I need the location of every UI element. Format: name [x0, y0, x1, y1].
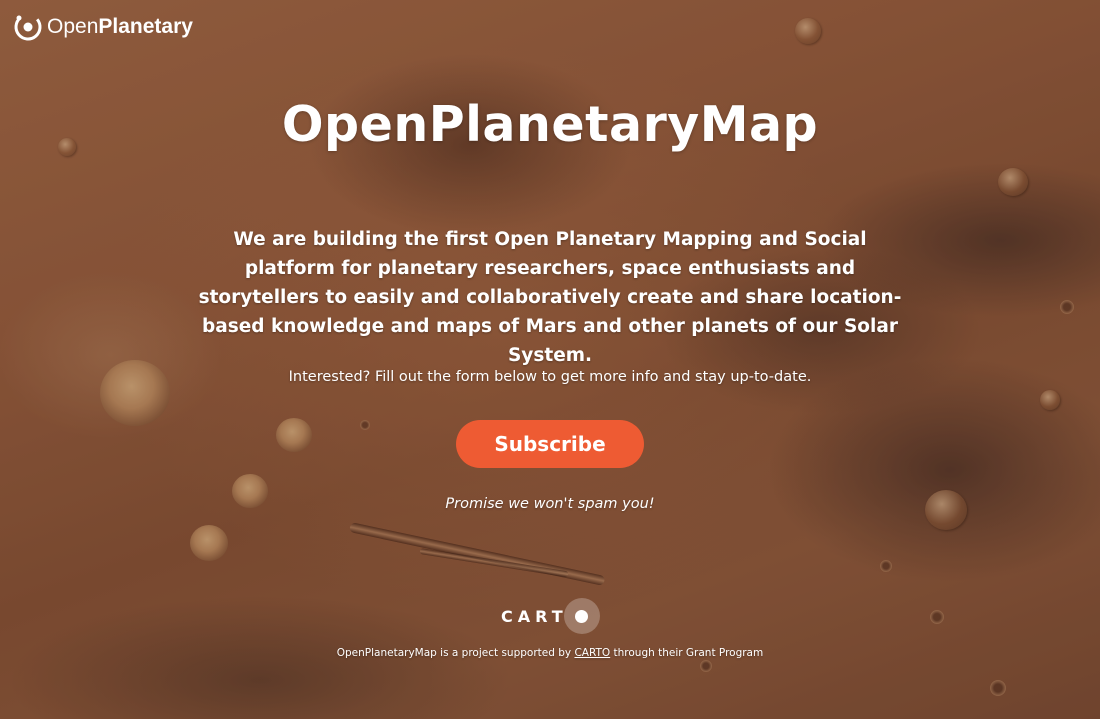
subscribe-button[interactable]: Subscribe	[456, 420, 644, 468]
openplanetary-logo[interactable]: OpenPlanetary	[13, 12, 193, 42]
page-title: OpenPlanetaryMap	[281, 96, 819, 153]
footer-text-before: OpenPlanetaryMap is a project supported …	[336, 647, 575, 659]
carto-logo[interactable]: CART	[501, 598, 600, 634]
carto-circle-icon	[563, 598, 600, 634]
page-background: OpenPlanetary OpenPlanetaryMap We are bu…	[0, 0, 1100, 719]
interest-text: Interested? Fill out the form below to g…	[288, 369, 812, 385]
logo-text: OpenPlanetary	[47, 15, 193, 38]
openplanetary-logo-icon	[14, 13, 42, 41]
carto-logo-text: CART	[501, 606, 568, 626]
carto-link[interactable]: CARTO	[574, 647, 610, 659]
footer-text-after: through their Grant Program	[610, 647, 764, 659]
footer-note: OpenPlanetaryMap is a project supported …	[0, 647, 1100, 659]
intro-paragraph: We are building the first Open Planetary…	[198, 229, 902, 366]
no-spam-note: Promise we won't spam you!	[445, 496, 655, 512]
